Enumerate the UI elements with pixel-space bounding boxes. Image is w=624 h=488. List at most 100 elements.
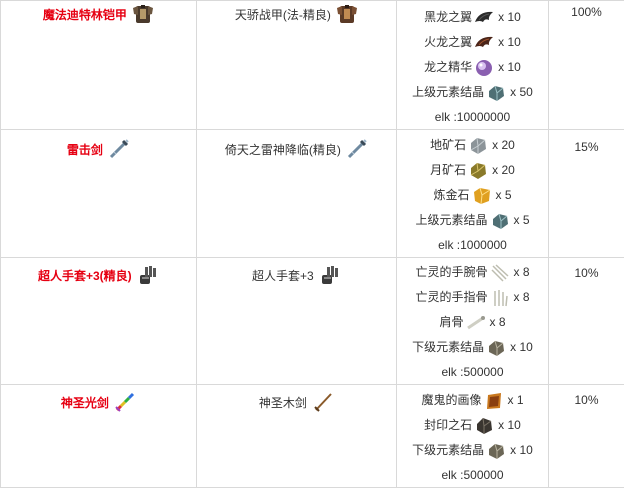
rainbow-sword-icon <box>114 391 136 413</box>
material-qty: x 10 <box>498 30 521 55</box>
success-rate-cell: 100% <box>549 1 624 130</box>
source-item-name: 超人手套+3 <box>252 267 314 284</box>
material-item: 封印之石 x 10 <box>397 413 548 438</box>
material-name: 黑龙之翼 <box>424 5 472 30</box>
material-qty: x 5 <box>514 208 530 233</box>
lower-crystal-icon <box>486 338 506 358</box>
source-item-cell: 倚天之雷神降临(精良) <box>197 130 397 258</box>
success-rate-cell: 10% <box>549 385 624 488</box>
material-qty: x 50 <box>510 80 533 105</box>
material-item: 亡灵的手腕骨 x 8 <box>397 260 548 285</box>
materials-cell: 亡灵的手腕骨 x 8 亡灵的手指骨 x 8 肩骨x 8 下级元素结晶x 10 elk… <box>397 258 549 385</box>
source-item-cell: 神圣木剑 <box>197 385 397 488</box>
material-name: 地矿石 <box>430 133 466 158</box>
material-item: 地矿石 x 20 <box>397 133 548 158</box>
material-qty: x 20 <box>492 158 515 183</box>
source-item-name: 神圣木剑 <box>259 394 307 411</box>
portrait-icon <box>484 391 504 411</box>
material-name: 炼金石 <box>433 183 469 208</box>
materials-cell: 地矿石 x 20 月矿石x 20 炼金石 x 5 上级元素结晶 x 5 elk :10… <box>397 130 549 258</box>
armor-icon <box>132 3 154 25</box>
crystal-icon <box>490 211 510 231</box>
gold-stone-icon <box>472 186 492 206</box>
materials-cell: 魔鬼的画像 x 1 封印之石 x 10 下级元素结晶 x 10 elk :500000 <box>397 385 549 488</box>
purple-orb-icon <box>474 58 494 78</box>
target-item-cell: 神圣光剑 <box>1 385 197 488</box>
material-name: 上级元素结晶 <box>415 208 487 233</box>
armor-icon <box>336 3 358 25</box>
material-name: 龙之精华 <box>424 55 472 80</box>
material-qty: x 10 <box>498 5 521 30</box>
material-qty: x 10 <box>510 438 533 463</box>
black-wing-icon <box>474 8 494 28</box>
wrist-bone-icon <box>490 263 510 283</box>
source-item-name: 天骄战甲(法-精良) <box>235 6 331 23</box>
material-item: 火龙之翼 x 10 <box>397 30 548 55</box>
target-item-cell: 雷击剑 <box>1 130 197 258</box>
table-row: 神圣光剑 神圣木剑 魔鬼的画像 x 1 封印之石 x 10 <box>1 385 624 488</box>
gauntlet-icon <box>137 264 159 286</box>
elk-cost: elk :10000000 <box>397 105 548 129</box>
success-rate: 100% <box>571 5 602 19</box>
material-item: 炼金石 x 5 <box>397 183 548 208</box>
material-name: 上级元素结晶 <box>412 80 484 105</box>
seal-stone-icon <box>474 416 494 436</box>
source-item-cell: 天骄战甲(法-精良) <box>197 1 397 130</box>
target-item-name: 超人手套+3(精良) <box>38 267 132 284</box>
elk-cost: elk :500000 <box>397 360 548 384</box>
grey-ore-icon <box>468 136 488 156</box>
material-name: 封印之石 <box>424 413 472 438</box>
material-item: 肩骨x 8 <box>397 310 548 335</box>
success-rate: 10% <box>574 393 598 407</box>
material-item: 下级元素结晶 x 10 <box>397 438 548 463</box>
material-name: 下级元素结晶 <box>412 438 484 463</box>
material-item: 亡灵的手指骨 x 8 <box>397 285 548 310</box>
material-qty: x 20 <box>492 133 515 158</box>
success-rate: 15% <box>574 140 598 154</box>
material-qty: x 10 <box>510 335 533 360</box>
finger-bone-icon <box>490 288 510 308</box>
material-item: 龙之精华 x 10 <box>397 55 548 80</box>
success-rate: 10% <box>574 266 598 280</box>
crafting-table: 魔法迪特林铠甲 天骄战甲(法-精良) 黑龙之翼 x 10 火龙之翼 x 10 <box>0 0 624 488</box>
material-item: 月矿石x 20 <box>397 158 548 183</box>
success-rate-cell: 15% <box>549 130 624 258</box>
material-qty: x 5 <box>496 183 512 208</box>
material-name: 魔鬼的画像 <box>421 388 481 413</box>
material-item: 魔鬼的画像 x 1 <box>397 388 548 413</box>
gauntlet-icon <box>319 264 341 286</box>
target-item-name: 魔法迪特林铠甲 <box>43 6 127 23</box>
target-item-cell: 魔法迪特林铠甲 <box>1 1 197 130</box>
material-qty: x 10 <box>498 413 521 438</box>
material-qty: x 1 <box>508 388 524 413</box>
crystal-icon <box>486 83 506 103</box>
source-item-name: 倚天之雷神降临(精良) <box>225 141 341 158</box>
wooden-sword-icon <box>312 391 334 413</box>
table-row: 雷击剑 倚天之雷神降临(精良) 地矿石 x 20 月矿石x 20 <box>1 130 624 258</box>
lower-crystal-icon <box>486 441 506 461</box>
material-qty: x 8 <box>514 285 530 310</box>
table-row: 魔法迪特林铠甲 天骄战甲(法-精良) 黑龙之翼 x 10 火龙之翼 x 10 <box>1 1 624 130</box>
materials-cell: 黑龙之翼 x 10 火龙之翼 x 10 龙之精华 x 10 上级元素结晶 x 50 el… <box>397 1 549 130</box>
material-name: 亡灵的手指骨 <box>415 285 487 310</box>
target-item-name: 雷击剑 <box>67 141 103 158</box>
table-row: 超人手套+3(精良) 超人手套+3 亡灵的手腕骨 x 8 亡灵的手指骨 x 8 <box>1 258 624 385</box>
material-qty: x 10 <box>498 55 521 80</box>
sword-icon <box>108 138 130 160</box>
target-item-cell: 超人手套+3(精良) <box>1 258 197 385</box>
shoulder-bone-icon <box>466 313 486 333</box>
target-item-name: 神圣光剑 <box>61 394 109 411</box>
material-name: 火龙之翼 <box>424 30 472 55</box>
material-item: 上级元素结晶 x 50 <box>397 80 548 105</box>
elk-cost: elk :500000 <box>397 463 548 487</box>
success-rate-cell: 10% <box>549 258 624 385</box>
material-qty: x 8 <box>514 260 530 285</box>
material-item: 上级元素结晶 x 5 <box>397 208 548 233</box>
material-item: 黑龙之翼 x 10 <box>397 5 548 30</box>
moon-ore-icon <box>468 161 488 181</box>
material-name: 亡灵的手腕骨 <box>415 260 487 285</box>
elk-cost: elk :1000000 <box>397 233 548 257</box>
material-item: 下级元素结晶x 10 <box>397 335 548 360</box>
fire-wing-icon <box>474 33 494 53</box>
source-item-cell: 超人手套+3 <box>197 258 397 385</box>
